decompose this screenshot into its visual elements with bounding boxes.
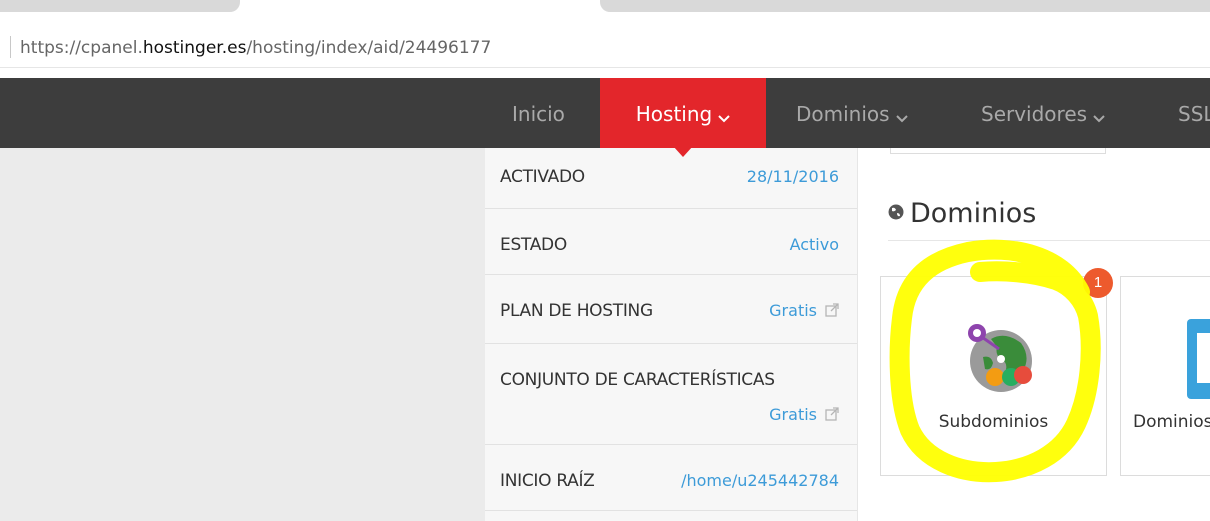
- nav-item-inicio[interactable]: Inicio: [512, 78, 565, 148]
- top-navigation: Inicio Hosting Dominios Servidores SSL: [0, 78, 1210, 148]
- nav-item-servidores[interactable]: Servidores: [981, 78, 1105, 148]
- nav-item-label: Dominios: [796, 102, 890, 126]
- left-sidebar-area: [0, 148, 485, 521]
- section-title-text: Dominios: [910, 198, 1037, 229]
- info-row-plan: PLAN DE HOSTING Gratis: [485, 275, 857, 344]
- nav-item-hosting[interactable]: Hosting: [600, 78, 766, 148]
- url-prefix: https://cpanel.: [20, 38, 143, 58]
- info-label: ESTADO: [500, 235, 567, 255]
- info-label: CONJUNTO DE CARACTERÍSTICAS: [500, 370, 775, 390]
- address-bar-divider: [10, 36, 11, 58]
- notification-badge: 1: [1083, 268, 1113, 298]
- nav-item-label: Hosting: [635, 102, 713, 126]
- info-label: INICIO RAÍZ: [500, 471, 595, 491]
- chevron-down-icon: [718, 80, 730, 149]
- info-row-conjunto: CONJUNTO DE CARACTERÍSTICAS Gratis: [485, 344, 857, 445]
- browser-tab[interactable]: [0, 0, 240, 12]
- link-label: Gratis: [769, 405, 817, 424]
- info-value: /home/u245442784: [681, 471, 839, 490]
- chevron-down-icon: [1093, 80, 1105, 149]
- link-label: Gratis: [769, 301, 817, 320]
- nav-item-label: Inicio: [512, 102, 565, 126]
- globe-icon: [888, 196, 904, 227]
- card-label: Dominios: [1133, 412, 1210, 432]
- domains-icon: [1187, 319, 1210, 399]
- browser-tab[interactable]: [600, 0, 1210, 12]
- chevron-down-icon: [895, 80, 908, 149]
- browser-tab-strip: [0, 0, 1210, 28]
- active-nav-pointer: [673, 146, 693, 157]
- external-link-icon: [825, 302, 839, 321]
- nav-item-label: SSL: [1178, 102, 1210, 126]
- info-label: ACTIVADO: [500, 167, 585, 187]
- previous-section-box: [890, 148, 1106, 154]
- external-link-icon: [825, 406, 839, 425]
- subdominios-card[interactable]: Subdominios: [880, 276, 1107, 476]
- address-bar-url[interactable]: https://cpanel.hostinger.es/hosting/inde…: [20, 38, 491, 58]
- info-value: 28/11/2016: [746, 167, 839, 186]
- url-host: hostinger.es: [142, 38, 247, 58]
- section-divider: [888, 240, 1210, 241]
- info-row-activado: ACTIVADO 28/11/2016: [485, 148, 857, 209]
- subdomains-globe-icon: [961, 317, 1041, 402]
- info-row-inicio-raiz: INICIO RAÍZ /home/u245442784: [485, 445, 857, 511]
- plan-link[interactable]: Gratis: [769, 301, 839, 321]
- info-row-estado: ESTADO Activo: [485, 209, 857, 275]
- url-path: /hosting/index/aid/24496177: [246, 38, 492, 58]
- info-value: Activo: [789, 235, 839, 254]
- nav-item-label: Servidores: [981, 102, 1088, 126]
- info-label: PLAN DE HOSTING: [500, 301, 653, 321]
- nav-item-ssl[interactable]: SSL: [1178, 78, 1210, 148]
- section-title: Dominios: [888, 196, 1036, 229]
- hosting-info-panel: ACTIVADO 28/11/2016 ESTADO Activo PLAN D…: [485, 148, 858, 521]
- dominios-card[interactable]: Dominios: [1120, 276, 1210, 476]
- card-label: Subdominios: [938, 412, 1049, 432]
- nav-item-dominios[interactable]: Dominios: [796, 78, 908, 148]
- feature-set-link[interactable]: Gratis: [769, 405, 839, 425]
